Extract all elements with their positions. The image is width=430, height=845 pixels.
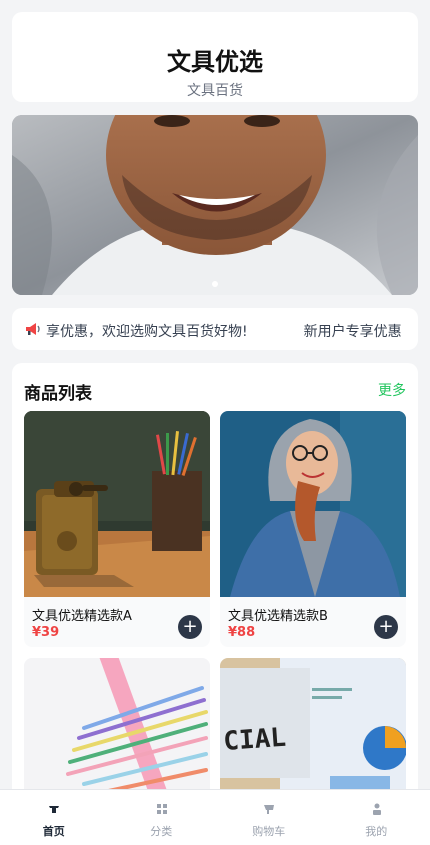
store-header: 文具优选 文具百货 (12, 12, 418, 102)
notice-bar[interactable]: 享优惠，欢迎选购文具百货好物! 新用户专享优惠 (12, 308, 418, 350)
store-subtitle: 文具百货 (12, 80, 418, 100)
more-link[interactable]: 更多 (378, 380, 406, 400)
product-image: CIAL (220, 658, 406, 803)
section-title: 商品列表 (24, 379, 92, 404)
user-icon (370, 802, 384, 816)
add-to-cart-button[interactable]: + (178, 615, 202, 639)
svg-text:CIAL: CIAL (222, 723, 287, 757)
product-image (220, 411, 406, 597)
product-name: 文具优选精选款A (32, 605, 132, 624)
cart-icon (262, 802, 276, 816)
notice-text: 享优惠，欢迎选购文具百货好物! (46, 321, 248, 341)
notice-marquee: 享优惠，欢迎选购文具百货好物! 新用户专享优惠 (46, 321, 402, 341)
tab-label: 分类 (108, 823, 216, 839)
banner-carousel[interactable] (12, 115, 418, 295)
tab-profile[interactable]: 我的 (323, 790, 430, 845)
tab-label: 首页 (0, 823, 108, 839)
tab-home[interactable]: 首页 (0, 790, 108, 845)
store-title: 文具优选 (12, 42, 418, 77)
product-name: 文具优选精选款B (228, 605, 328, 624)
product-price: ¥39 (32, 625, 59, 640)
product-card[interactable]: 文具优选精选款B ¥88 + (220, 411, 406, 647)
tab-category[interactable]: 分类 (108, 790, 216, 845)
product-image (24, 658, 210, 803)
product-image (24, 411, 210, 597)
home-icon (47, 802, 61, 816)
carousel-dot-active[interactable] (212, 281, 218, 287)
product-card[interactable]: 文具优选精选款A ¥39 + (24, 411, 210, 647)
product-section: 商品列表 更多 文具优选精选款A ¥39 + (12, 363, 418, 803)
tab-cart[interactable]: 购物车 (215, 790, 323, 845)
tab-label: 购物车 (215, 823, 323, 839)
banner-image (12, 115, 418, 295)
product-card[interactable]: CIAL (220, 658, 406, 803)
notice-text-repeat: 新用户专享优惠 (304, 321, 402, 341)
product-price: ¥88 (228, 625, 255, 640)
bottom-tab-bar: 首页 分类 购物车 我的 (0, 789, 430, 845)
tab-label: 我的 (323, 823, 430, 839)
product-card[interactable] (24, 658, 210, 803)
add-to-cart-button[interactable]: + (374, 615, 398, 639)
megaphone-icon (24, 320, 42, 338)
grid-icon (155, 802, 169, 816)
